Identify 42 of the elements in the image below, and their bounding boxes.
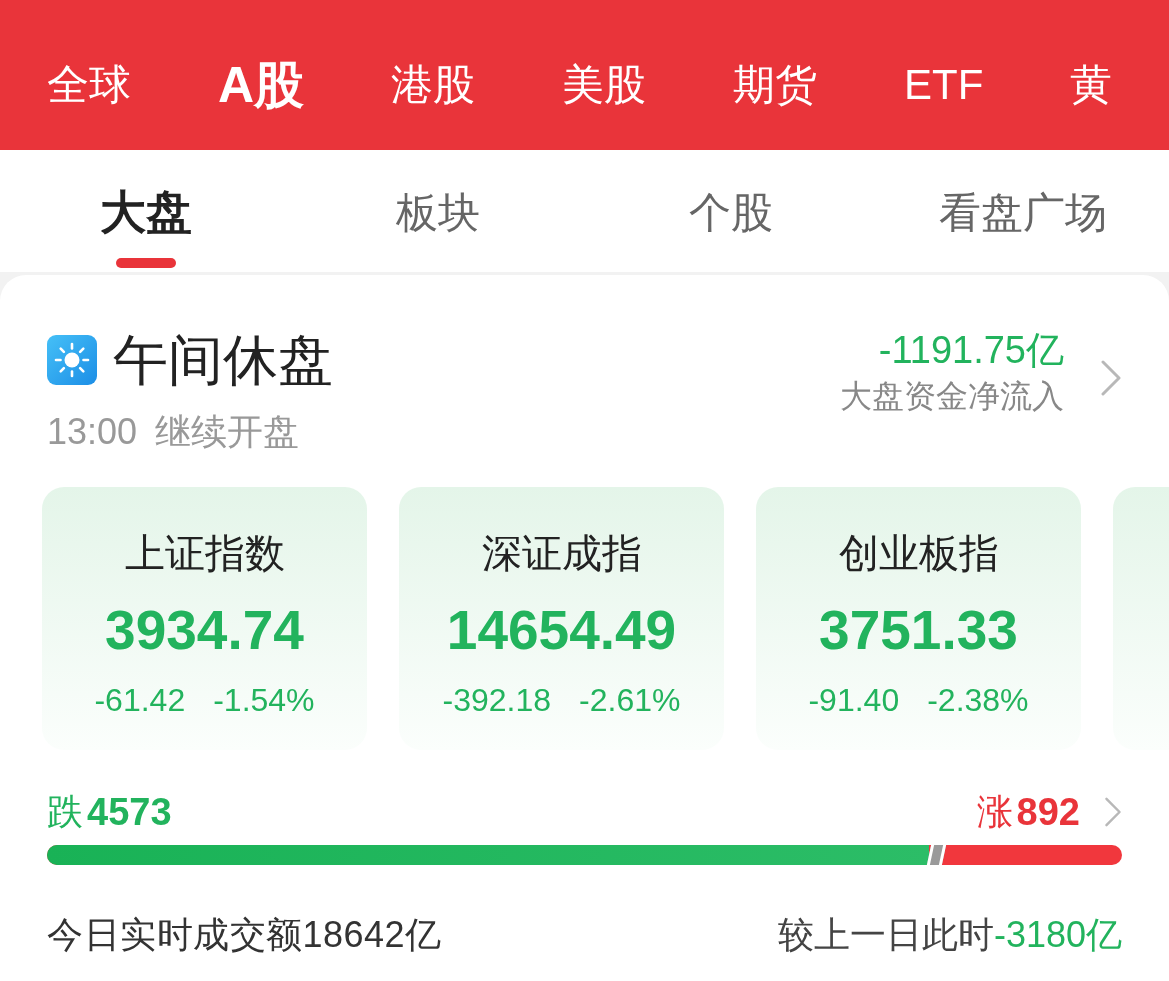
market-tab[interactable]: 美股: [562, 59, 647, 111]
market-tab[interactable]: 黄: [1070, 59, 1113, 111]
index-change-percent: -2.61%: [579, 681, 681, 720]
index-value: 3934.74: [105, 598, 304, 664]
advance-count: 892: [1016, 790, 1080, 836]
resume-time: 13:00: [47, 410, 138, 454]
decline-label: 跌: [47, 790, 83, 835]
chevron-right-icon: [1100, 360, 1122, 396]
market-tab[interactable]: 全球: [47, 59, 131, 111]
sun-icon: [47, 335, 97, 385]
active-tab-indicator: [116, 258, 177, 268]
index-value: 3751.33: [819, 598, 1018, 664]
index-change-percent: -1.54%: [213, 681, 315, 720]
index-card[interactable]: 上证指数 3934.74 -61.42 -1.54%: [42, 487, 367, 751]
index-change: -61.42: [94, 681, 186, 720]
index-card[interactable]: 创业板指 3751.33 -91.40 -2.38%: [756, 487, 1081, 751]
index-change: -392.18: [442, 681, 552, 720]
compare-label: 较上一日此时: [777, 913, 994, 957]
session-status: 午间休盘: [113, 328, 333, 393]
index-card[interactable]: 深证成指 14654.49 -392.18 -2.61%: [399, 487, 724, 751]
index-name: 创业板指: [838, 530, 999, 578]
index-change: -91.40: [808, 681, 900, 720]
market-tab[interactable]: ETF: [904, 59, 984, 111]
resume-note: 继续开盘: [155, 410, 300, 454]
section-tab[interactable]: 看盘广场: [938, 186, 1107, 239]
decline-count: 4573: [87, 790, 172, 836]
compare-value: -3180亿: [993, 913, 1122, 957]
index-name: 深证成指: [481, 530, 642, 578]
market-tab[interactable]: 期货: [733, 59, 818, 111]
section-tab[interactable]: 个股: [688, 186, 773, 239]
turnover-text: 今日实时成交额18642亿: [47, 913, 442, 957]
advance-label: 涨: [976, 790, 1013, 835]
market-tab[interactable]: A股: [218, 55, 305, 115]
net-inflow-value: -1191.75亿: [877, 328, 1064, 373]
section-tab[interactable]: 大盘: [100, 186, 193, 239]
index-name: 上证指数: [124, 530, 285, 578]
chevron-right-icon: [1104, 797, 1122, 828]
net-inflow-label: 大盘资金净流入: [840, 377, 1064, 415]
market-tab[interactable]: 港股: [391, 59, 476, 111]
index-value: 14654.49: [446, 598, 677, 664]
index-change-percent: -2.38%: [927, 681, 1029, 720]
section-tab[interactable]: 板块: [396, 186, 481, 239]
